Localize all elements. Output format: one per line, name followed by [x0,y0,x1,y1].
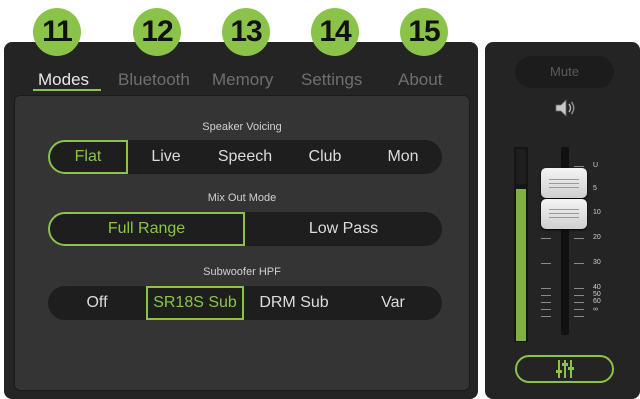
scale-tick [574,238,584,239]
tab-about[interactable]: About [398,70,442,90]
speaker-icon [555,99,575,117]
fader-scale-label: 5 [593,185,597,192]
fader-scale-label: 30 [593,259,601,266]
fader-scale-label: 20 [593,234,601,241]
scale-tick [574,288,584,289]
hpf-option-var[interactable]: Var [344,286,442,320]
tab-bluetooth[interactable]: Bluetooth [118,70,190,90]
tab-modes[interactable]: Modes [38,70,89,90]
scale-tick [541,263,551,264]
scale-tick [541,309,551,310]
level-meter-fill [516,189,526,341]
scale-tick [574,166,584,167]
fader-scale-label: ∞ [593,306,598,313]
level-meter-headroom [516,149,526,184]
mix-option-low-pass[interactable]: Low Pass [245,212,442,246]
scale-tick [541,238,551,239]
voicing-option-flat[interactable]: Flat [48,140,128,174]
scale-tick [541,295,551,296]
subwoofer-hpf-selector: Off SR18S Sub DRM Sub Var [48,286,442,320]
voicing-option-live[interactable]: Live [128,140,204,174]
mix-option-full-range[interactable]: Full Range [48,212,245,246]
hpf-option-drm-sub[interactable]: DRM Sub [244,286,344,320]
speaker-voicing-selector: Flat Live Speech Club Mon [48,140,442,174]
tab-memory[interactable]: Memory [212,70,273,90]
fader-scale-label: 40 [593,284,601,291]
fader-scale-label: 60 [593,298,601,305]
callout-13: 13 [222,8,270,56]
callout-14: 14 [311,8,359,56]
tab-settings[interactable]: Settings [301,70,362,90]
scale-tick [574,316,584,317]
fader-scale-label: 50 [593,291,601,298]
voicing-option-mon[interactable]: Mon [364,140,442,174]
voicing-option-speech[interactable]: Speech [204,140,286,174]
callout-15: 15 [400,8,448,56]
callout-12: 12 [133,8,181,56]
fader-handle[interactable] [541,199,587,229]
mute-button[interactable]: Mute [515,56,614,88]
mix-out-mode-selector: Full Range Low Pass [48,212,442,246]
fader-scale-label: U [593,162,599,169]
scale-tick [574,295,584,296]
callout-11: 11 [33,8,81,56]
hpf-option-sr18s-sub[interactable]: SR18S Sub [146,286,244,320]
fader-scale-label: 10 [593,209,601,216]
mix-out-mode-title: Mix Out Mode [207,192,277,204]
active-tab-indicator [33,89,101,91]
scale-tick [541,302,551,303]
voicing-option-club[interactable]: Club [286,140,364,174]
scale-tick [574,263,584,264]
scale-tick [574,302,584,303]
fader-handle[interactable] [541,168,587,198]
hpf-option-off[interactable]: Off [48,286,146,320]
speaker-voicing-title: Speaker Voicing [202,121,282,133]
eq-sliders-icon [556,360,574,378]
scale-tick [574,309,584,310]
scale-tick [541,288,551,289]
subwoofer-hpf-title: Subwoofer HPF [203,266,281,278]
scale-tick [541,316,551,317]
